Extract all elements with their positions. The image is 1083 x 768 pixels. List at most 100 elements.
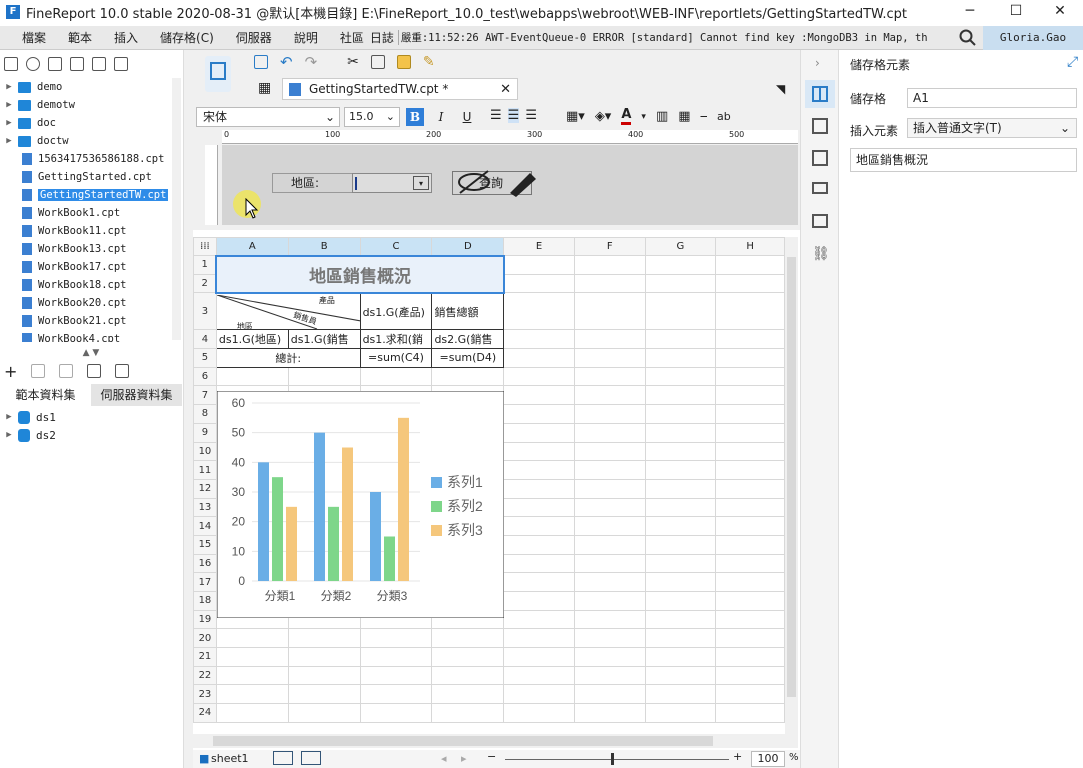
cell-r4_d[interactable]: ds2.G(銷售 [431, 329, 505, 350]
grid-icon[interactable]: ▦ [258, 80, 278, 98]
tree-item[interactable]: WorkBook13.cpt [0, 240, 182, 258]
merge-icon[interactable]: ▥ [656, 109, 668, 124]
cell[interactable] [644, 553, 717, 574]
menu-file[interactable]: 檔案 [0, 29, 57, 46]
fill-color-icon[interactable]: ◈▾ [595, 109, 612, 124]
sheet-tab[interactable]: sheet1 [211, 752, 249, 765]
cell[interactable] [644, 516, 717, 536]
sheet-vscroll[interactable] [785, 237, 798, 734]
cell[interactable] [573, 609, 646, 630]
cell[interactable] [215, 684, 289, 705]
wrap-icon[interactable]: ⎯ [701, 109, 708, 124]
format-painter-icon[interactable]: ✎ [423, 55, 435, 69]
row-header[interactable]: 5 [193, 348, 217, 368]
cell[interactable] [644, 609, 717, 630]
cell[interactable] [573, 516, 646, 536]
cell[interactable] [573, 628, 646, 649]
cell[interactable] [573, 591, 646, 611]
align-right-icon[interactable]: ☰ [525, 108, 537, 123]
cell[interactable] [573, 684, 646, 705]
bold-button[interactable]: B [406, 108, 424, 126]
cell[interactable] [503, 553, 575, 574]
row-header[interactable]: 13 [193, 497, 217, 518]
row-header[interactable]: 19 [193, 609, 217, 630]
search-icon[interactable] [959, 29, 977, 47]
row-header[interactable]: 21 [193, 647, 217, 667]
cell[interactable] [359, 628, 433, 649]
cell-content-field[interactable]: 地區銷售概況 [850, 148, 1077, 172]
row-header[interactable]: 1 [193, 255, 217, 275]
undo-icon[interactable]: ↶ [280, 55, 293, 70]
widget-settings-tab[interactable] [812, 182, 828, 194]
menu-community[interactable]: 社區 [329, 29, 368, 46]
copy-icon[interactable] [114, 57, 128, 71]
float-element-tab[interactable] [812, 150, 828, 166]
cell[interactable] [431, 647, 505, 667]
cell[interactable] [573, 497, 646, 518]
bar-chart[interactable]: 0 10 20 30 40 50 60 分類1 分類2 分類3 系列1 系列2 系列3 [217, 391, 504, 618]
row-header[interactable]: 8 [193, 404, 217, 424]
zoom-slider[interactable] [505, 753, 729, 765]
cell[interactable] [644, 665, 717, 686]
cell-d5[interactable]: =sum(D4) [431, 348, 505, 368]
paste-icon[interactable] [396, 55, 411, 69]
row-header[interactable]: 17 [193, 572, 217, 592]
cell[interactable] [644, 497, 717, 518]
tree-item[interactable]: GettingStarted.cpt [0, 168, 182, 186]
menu-log[interactable]: 日誌 [368, 29, 398, 46]
cell-element-tab[interactable] [805, 80, 835, 108]
tree-item[interactable]: WorkBook11.cpt [0, 222, 182, 240]
menu-cell[interactable]: 儲存格(C) [149, 29, 225, 46]
expand-arrow-icon[interactable]: ▶ [0, 100, 18, 110]
cell[interactable] [431, 628, 505, 649]
border-icon[interactable]: ▦▾ [566, 109, 585, 124]
cell[interactable] [715, 441, 785, 462]
cell[interactable] [644, 404, 717, 424]
open-icon[interactable] [48, 57, 62, 71]
cell[interactable] [644, 703, 717, 723]
cell[interactable] [431, 684, 505, 705]
zoom-value[interactable]: 100 [751, 751, 785, 767]
cell-r4_a[interactable]: ds1.G(地區) [215, 329, 289, 350]
user-name[interactable]: Gloria.Gao [983, 26, 1083, 50]
remove-dataset-icon[interactable] [59, 364, 74, 378]
tree-item[interactable]: ▶ demo [0, 78, 182, 96]
close-button[interactable]: ✕ [1037, 0, 1083, 24]
cell[interactable] [715, 665, 785, 686]
row-header[interactable]: 4 [193, 329, 217, 350]
cell[interactable] [573, 478, 646, 499]
cell[interactable] [215, 647, 289, 667]
cell-attribute-tab[interactable] [812, 118, 828, 134]
row-header[interactable]: 6 [193, 366, 217, 387]
cell[interactable] [573, 385, 646, 406]
column-header[interactable]: F [573, 237, 646, 256]
tree-item[interactable]: WorkBook21.cpt [0, 312, 182, 330]
font-color-icon[interactable]: A [621, 108, 632, 125]
row-header[interactable]: 11 [193, 460, 217, 480]
preview-icon[interactable] [205, 56, 231, 92]
cell[interactable] [573, 366, 646, 387]
table-icon[interactable]: ▦ [678, 109, 690, 124]
row-header[interactable]: 22 [193, 665, 217, 686]
cell-d3[interactable]: 銷售總額 [431, 292, 505, 331]
cell[interactable] [715, 385, 785, 406]
cell[interactable] [644, 572, 717, 592]
cell[interactable] [573, 553, 646, 574]
cell[interactable] [215, 366, 289, 387]
panel-splitter[interactable]: ▲ ▼ [0, 348, 182, 358]
tree-item[interactable]: WorkBook4.cpt [0, 330, 182, 342]
cell[interactable] [644, 385, 717, 406]
cell[interactable] [644, 441, 717, 462]
maximize-button[interactable]: ☐ [993, 0, 1039, 24]
column-header[interactable]: C [359, 237, 433, 256]
next-sheet-icon[interactable]: ▸ [461, 752, 467, 765]
cell[interactable] [359, 647, 433, 667]
copy-cell-icon[interactable] [370, 55, 385, 69]
row-header[interactable]: 24 [193, 703, 217, 723]
row-header[interactable]: 3 [193, 292, 217, 331]
cell[interactable] [431, 665, 505, 686]
select-all-corner[interactable]: ⁞⁞⁞ [193, 237, 217, 256]
cell[interactable] [644, 478, 717, 499]
pin-icon[interactable]: ⤢ [1067, 54, 1078, 70]
cell[interactable] [503, 497, 575, 518]
